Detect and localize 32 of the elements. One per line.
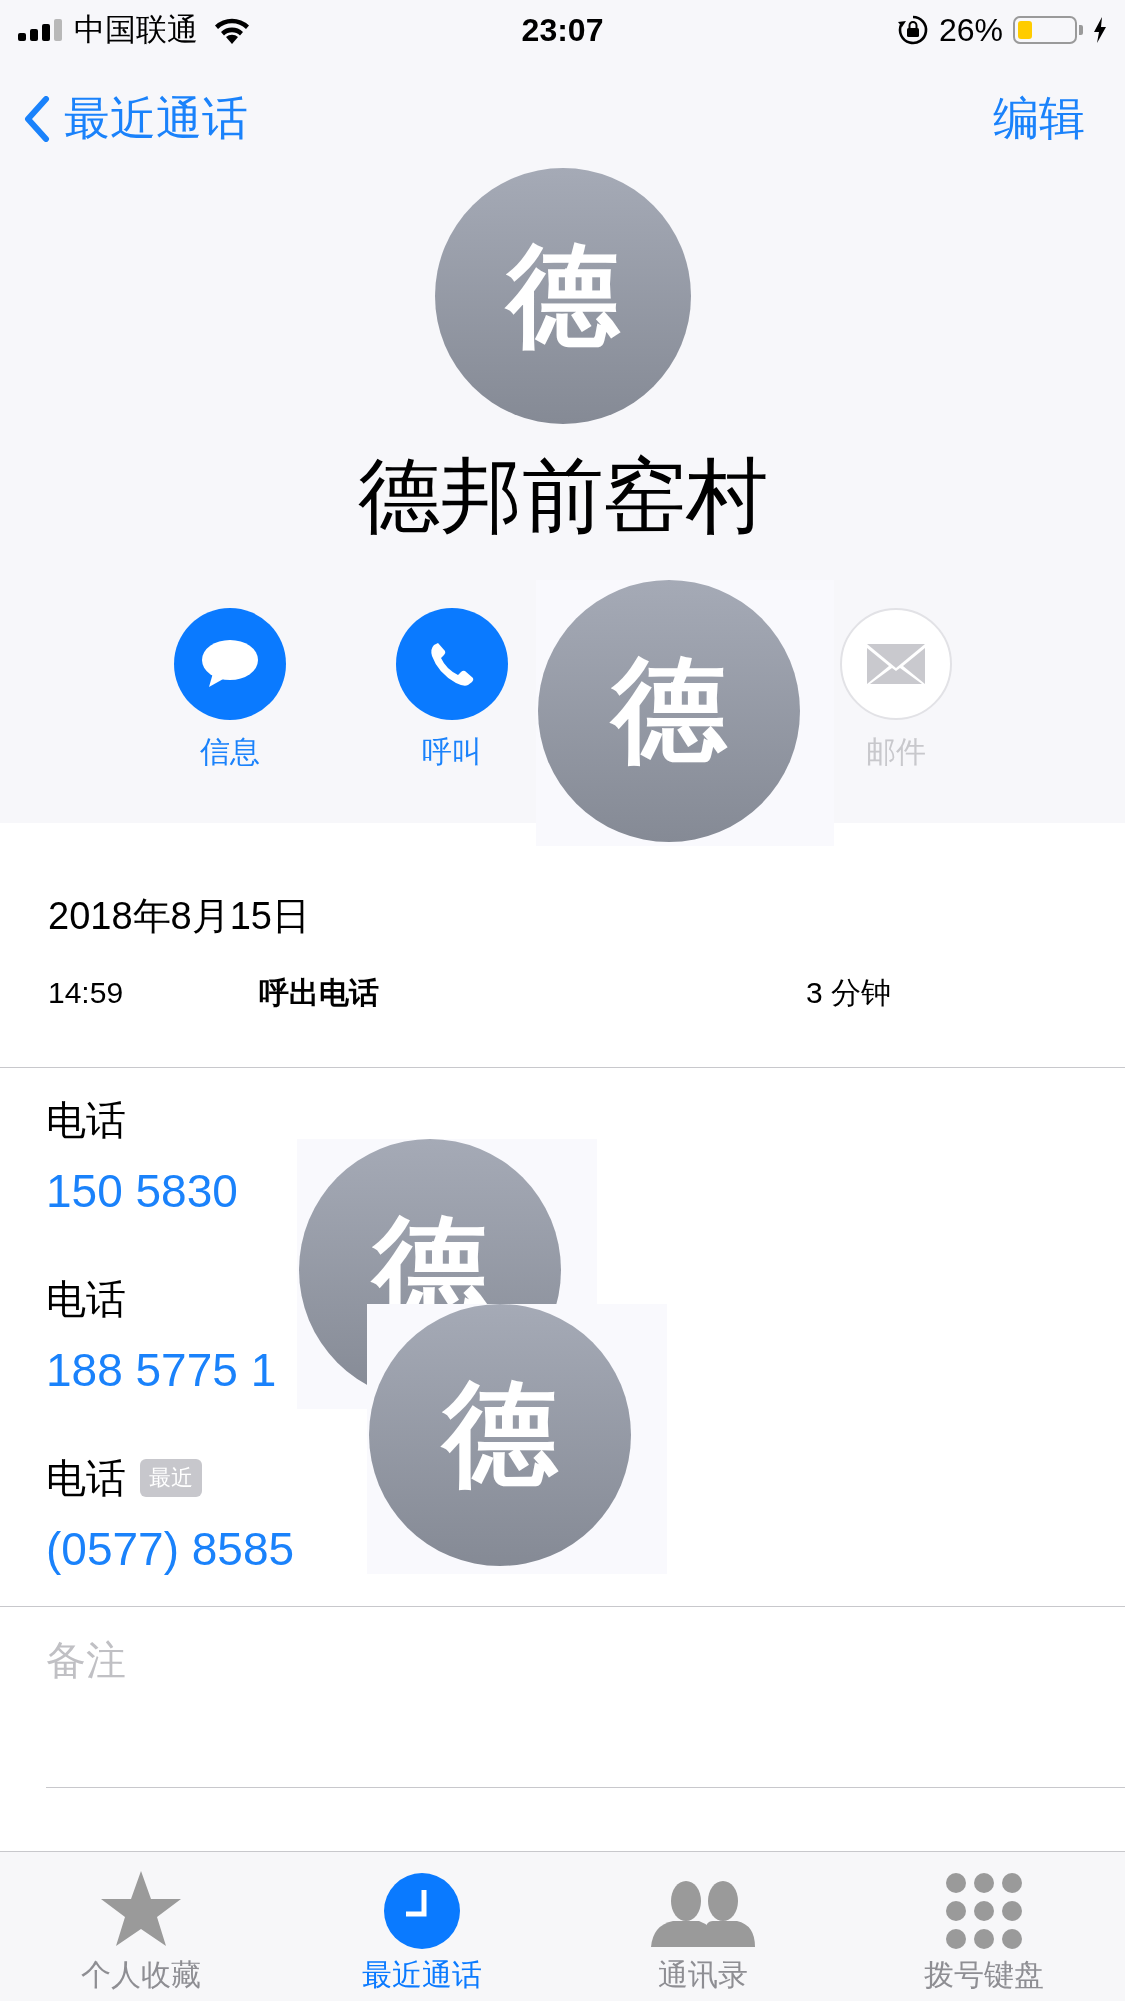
tab[interactable]: 拨号键盘 — [843, 1852, 1125, 2001]
call-date: 2018年8月15日 — [48, 894, 311, 939]
back-button[interactable]: 最近通话 — [24, 88, 248, 150]
phone-label: 电话 — [46, 1097, 126, 1144]
call-time: 14:59 — [48, 975, 125, 1011]
signal-icon — [18, 19, 64, 41]
tab[interactable]: 个人收藏 — [0, 1852, 282, 2001]
rotation-lock-icon — [896, 14, 929, 46]
contact-avatar: 德 — [369, 1304, 631, 1566]
tab[interactable]: 通讯录 — [562, 1852, 844, 2001]
status-time: 23:07 — [521, 11, 604, 49]
chevron-left-icon — [24, 96, 50, 142]
envelope-icon — [866, 644, 925, 684]
contact-name: 德邦前窑村 — [357, 450, 768, 542]
battery-icon — [1013, 16, 1083, 44]
notes-label: 备注 — [46, 1638, 126, 1682]
carrier-name: 中国联通 — [74, 11, 198, 49]
call-type: 呼出电话 — [259, 975, 380, 1011]
contact-avatar: 德 — [538, 580, 800, 842]
wifi-icon — [214, 16, 250, 44]
call-duration: 3 分钟 — [806, 975, 892, 1011]
keypad-icon — [946, 1873, 1023, 1949]
battery-percent: 26% — [938, 11, 1003, 49]
speech-bubble-icon — [200, 639, 259, 689]
contact-avatar: 德 — [434, 168, 691, 424]
phone-label: 电话 — [46, 1276, 126, 1323]
clock-icon — [383, 1873, 460, 1949]
phone-label: 电话 — [46, 1455, 126, 1502]
recent-tag: 最近 — [140, 1459, 202, 1497]
charging-bolt-icon — [1093, 17, 1107, 43]
tab[interactable]: 最近通话 — [281, 1852, 563, 2001]
edit-button[interactable]: 编辑 — [993, 88, 1085, 150]
